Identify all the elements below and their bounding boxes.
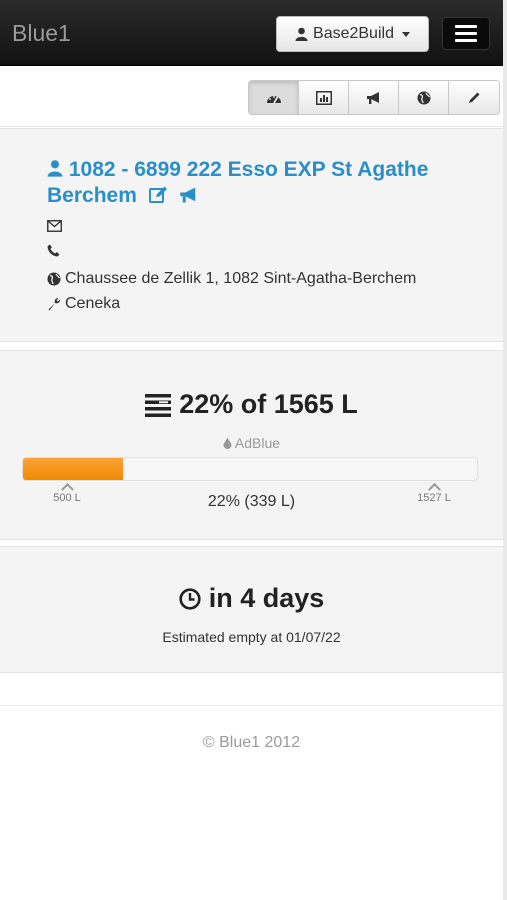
product-label: AdBlue xyxy=(0,435,503,451)
phone-row[interactable] xyxy=(47,244,64,257)
dashboard-icon xyxy=(266,95,281,103)
scrollbar-track[interactable] xyxy=(503,0,507,900)
caret-down-icon xyxy=(401,31,410,37)
technician-value: Ceneka xyxy=(65,295,121,312)
email-row[interactable] xyxy=(47,220,66,232)
account-label: Base2Build xyxy=(313,25,394,42)
forecast-heading: in 4 days xyxy=(0,583,503,614)
address-value: Chaussee de Zellik 1, 1082 Sint-Agatha-B… xyxy=(65,270,417,287)
technician-row: Ceneka xyxy=(47,295,120,313)
footer-copyright: © Blue1 2012 xyxy=(202,734,301,751)
edit-icon[interactable] xyxy=(148,186,169,204)
level-progress-fill xyxy=(23,458,123,480)
megaphone-icon[interactable] xyxy=(179,186,199,204)
product-name: AdBlue xyxy=(234,435,281,451)
account-dropdown-button[interactable]: Base2Build xyxy=(276,16,429,52)
tank-level-icon xyxy=(145,393,172,417)
level-heading-text: 22% of 1565 L xyxy=(179,389,358,419)
level-progress-bar xyxy=(22,457,478,481)
chart-view-button[interactable] xyxy=(299,81,349,114)
forecast-panel: in 4 days Estimated empty at 01/07/22 xyxy=(0,546,503,673)
map-view-button[interactable] xyxy=(399,81,449,114)
user-icon xyxy=(295,27,308,41)
phone-icon xyxy=(47,244,60,257)
dashboard-view-button[interactable] xyxy=(249,81,299,114)
estimated-empty-text: Estimated empty at 01/07/22 xyxy=(162,629,341,645)
hamburger-icon xyxy=(455,25,477,28)
level-heading: 22% of 1565 L xyxy=(0,389,503,420)
chart-icon xyxy=(315,90,332,105)
station-title[interactable]: 1082 - 6899 222 Esso EXP St Agathe Berch… xyxy=(47,157,487,209)
tank-level-panel: 22% of 1565 L AdBlue 500 L 1527 L 22% (3… xyxy=(0,350,503,540)
drop-icon xyxy=(223,437,232,449)
announcements-view-button[interactable] xyxy=(349,81,399,114)
address-row: Chaussee de Zellik 1, 1082 Sint-Agatha-B… xyxy=(47,270,416,288)
station-title-line2: Berchem xyxy=(47,184,137,207)
station-title-line1: 1082 - 6899 222 Esso EXP St Agathe xyxy=(68,158,429,181)
wrench-icon xyxy=(48,297,61,311)
station-info-panel: 1082 - 6899 222 Esso EXP St Agathe Berch… xyxy=(0,128,503,342)
navbar: Blue1 Base2Build xyxy=(0,0,503,66)
menu-toggle-button[interactable] xyxy=(442,17,490,50)
user-icon xyxy=(47,160,63,177)
current-level-text: 22% (339 L) xyxy=(207,493,296,510)
clock-icon xyxy=(179,587,201,610)
brand-logo[interactable]: Blue1 xyxy=(12,20,71,47)
megaphone-icon xyxy=(366,91,379,104)
pencil-icon xyxy=(469,92,480,103)
forecast-heading-text: in 4 days xyxy=(208,583,325,613)
view-button-group xyxy=(248,80,500,115)
footer-divider xyxy=(0,705,503,706)
envelope-icon xyxy=(47,220,62,232)
edit-view-button[interactable] xyxy=(449,81,499,114)
globe-icon xyxy=(47,272,61,286)
view-toolbar xyxy=(0,67,503,127)
globe-icon xyxy=(417,91,430,104)
